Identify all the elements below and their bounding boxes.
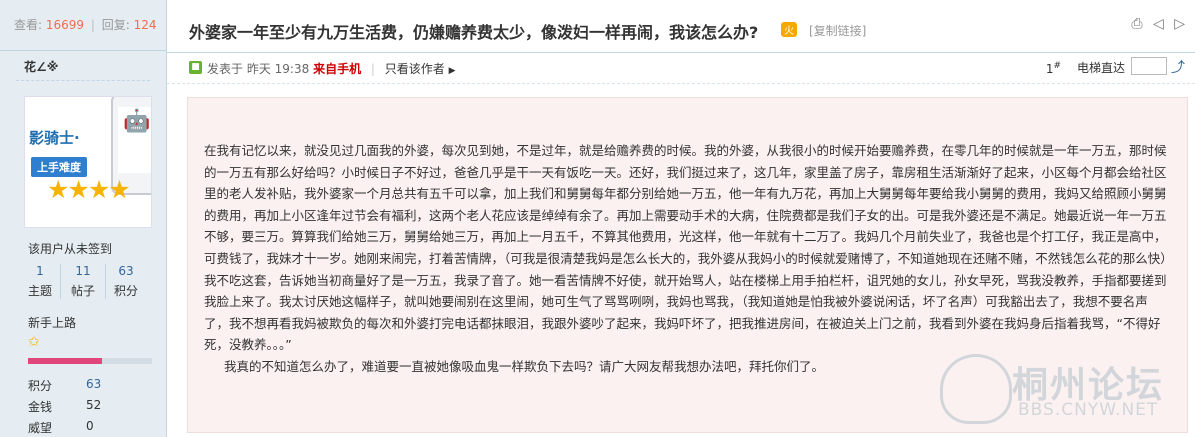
post-time: 昨天 19:38 (246, 62, 310, 76)
count-label: 主题 (27, 284, 52, 298)
android-icon: 🤖 (123, 109, 151, 134)
field-value[interactable]: 63 (86, 377, 101, 391)
elevator-label: 电梯直达 (1076, 61, 1125, 75)
field-money: 金钱 52 (28, 398, 101, 415)
field-prestige: 威望 0 (28, 419, 94, 436)
count-value[interactable]: 63 (106, 264, 146, 278)
thread-stats: 查看: 16699 | 回复: 124 (0, 0, 166, 51)
online-icon: ■ (189, 61, 202, 74)
field-value: 52 (86, 398, 102, 412)
hot-badge: 火 (781, 22, 797, 37)
arrow-right-icon: ▶ (448, 66, 456, 76)
post-meta: 发表于 昨天 19:38 来自手机 | 只看该作者 ▶ (207, 60, 456, 77)
count-value[interactable]: 1 (20, 264, 60, 278)
stats-separator: | (90, 18, 95, 32)
avatar[interactable]: 🤖 影骑士· 上手难度 ★★★★ (24, 96, 152, 228)
forum-logo-icon (940, 354, 1012, 424)
only-author-link[interactable]: 只看该作者 (385, 62, 445, 76)
floor-number[interactable]: 1# (1046, 61, 1061, 76)
count-label: 帖子 (70, 284, 95, 298)
post-info-bar: ■ 发表于 昨天 19:38 来自手机 | 只看该作者 ▶ 1# 电梯直达 ⤴ (167, 53, 1195, 84)
divider (16, 80, 150, 81)
from-mobile: 来自手机 (313, 62, 362, 76)
field-points: 积分 63 (28, 377, 101, 394)
author-name[interactable]: 花∠※ (24, 58, 58, 75)
author-counts: 1 主题 11 帖子 63 积分 (20, 264, 160, 299)
count-posts[interactable]: 11 帖子 (60, 264, 106, 299)
views-count: 16699 (45, 18, 85, 32)
count-value[interactable]: 11 (61, 264, 105, 278)
rank-star-icon: ✩ (28, 334, 40, 350)
post-body: 在我有记忆以来，就没见过几面我的外婆，每次见到她，不是过年，就是给赡养费的时候。… (204, 140, 1172, 378)
thread-tools: ⎙ ◁ ▷ (1125, 16, 1185, 32)
author-sidebar: 查看: 16699 | 回复: 124 花∠※ 🤖 影骑士· 上手难度 ★★★★… (0, 0, 167, 437)
rank-progress-bar (28, 358, 152, 364)
user-rank: 新手上路 (28, 316, 77, 330)
print-icon[interactable]: ⎙ (1131, 16, 1142, 32)
field-label: 威望 (28, 421, 53, 435)
forum-watermark: 桐州论坛 BBS.CNYW.NET (940, 350, 1190, 430)
field-label: 金钱 (28, 400, 53, 414)
rank-progress-fill (28, 358, 103, 364)
signin-status: 该用户从未签到 (28, 242, 113, 256)
replies-count: 124 (133, 18, 157, 32)
count-label: 积分 (113, 284, 138, 298)
jump-go-icon[interactable]: ⤴ (1171, 57, 1185, 77)
posted-prefix: 发表于 (207, 62, 244, 76)
field-label: 积分 (28, 379, 53, 393)
thread-header: 外婆家一年至少有九万生活费，仍嫌赡养费太少，像泼妇一样再闹，我该怎么办? 火 [… (167, 0, 1195, 53)
replies-label: 回复: (101, 18, 130, 32)
thread-title: 外婆家一年至少有九万生活费，仍嫌赡养费太少，像泼妇一样再闹，我该怎么办? (189, 23, 759, 42)
avatar-badge: 上手难度 (31, 157, 87, 177)
watermark-url: BBS.CNYW.NET (1018, 400, 1159, 420)
avatar-stars: ★★★★ (47, 175, 131, 204)
count-points[interactable]: 63 积分 (106, 264, 146, 299)
post-paragraph: 在我有记忆以来，就没见过几面我的外婆，每次见到她，不是过年，就是给赡养费的时候。… (204, 143, 1167, 353)
count-topics[interactable]: 1 主题 (20, 264, 60, 299)
field-value: 0 (86, 419, 94, 433)
next-icon[interactable]: ▷ (1174, 16, 1185, 32)
avatar-brand: 影骑士· (29, 129, 80, 147)
floor-sup: # (1053, 61, 1061, 71)
views-label: 查看: (14, 18, 43, 32)
copy-link[interactable]: [复制链接] (809, 22, 866, 39)
meta-separator: | (370, 62, 375, 76)
prev-icon[interactable]: ◁ (1153, 16, 1164, 32)
floor-jump-input[interactable] (1131, 57, 1167, 75)
